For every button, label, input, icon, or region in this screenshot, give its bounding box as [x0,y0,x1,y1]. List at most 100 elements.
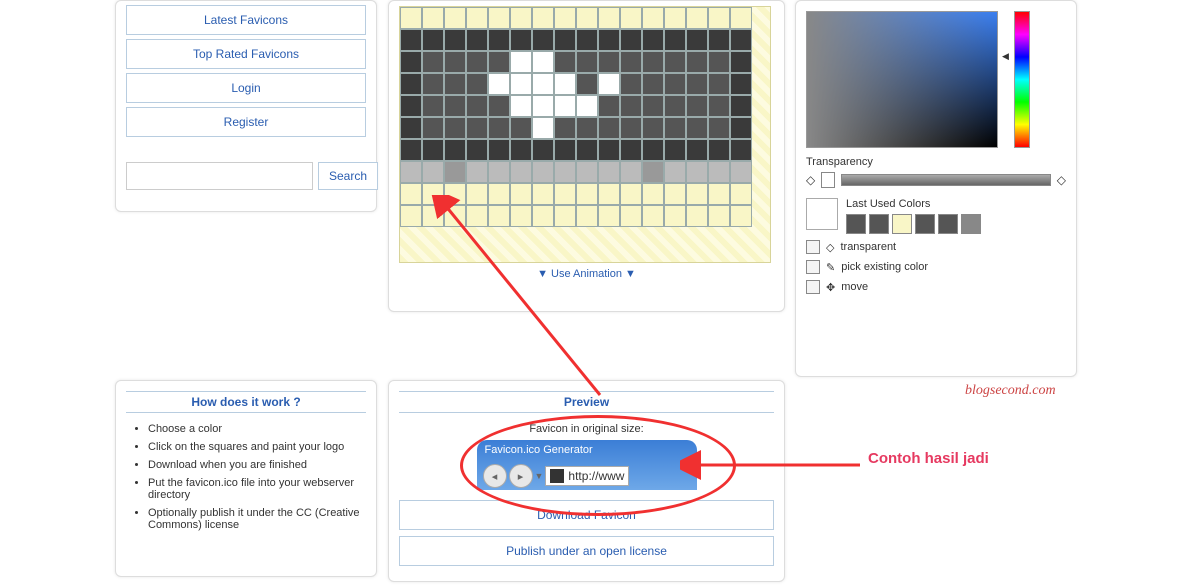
pixel-cell[interactable] [686,95,708,117]
pixel-cell[interactable] [708,183,730,205]
pixel-cell[interactable] [686,161,708,183]
pixel-cell[interactable] [730,139,752,161]
pixel-cell[interactable] [664,139,686,161]
pixel-cell[interactable] [708,117,730,139]
pixel-cell[interactable] [576,29,598,51]
pixel-cell[interactable] [488,183,510,205]
pixel-cell[interactable] [576,73,598,95]
use-animation-toggle[interactable]: ▼ Use Animation ▼ [389,268,784,280]
pixel-cell[interactable] [642,117,664,139]
pixel-cell[interactable] [620,183,642,205]
pixel-cell[interactable] [554,139,576,161]
pixel-cell[interactable] [664,95,686,117]
used-color-swatch[interactable] [938,214,958,234]
pixel-cell[interactable] [598,117,620,139]
pixel-cell[interactable] [642,7,664,29]
pixel-cell[interactable] [510,205,532,227]
pixel-cell[interactable] [554,205,576,227]
pixel-cell[interactable] [598,183,620,205]
pixel-cell[interactable] [730,51,752,73]
pixel-cell[interactable] [488,139,510,161]
pixel-cell[interactable] [642,29,664,51]
pixel-cell[interactable] [686,7,708,29]
pixel-cell[interactable] [488,161,510,183]
used-color-swatch[interactable] [961,214,981,234]
pixel-cell[interactable] [532,29,554,51]
nav-login[interactable]: Login [126,73,366,103]
used-color-swatch[interactable] [869,214,889,234]
pixel-cell[interactable] [532,73,554,95]
pixel-cell[interactable] [466,51,488,73]
pixel-cell[interactable] [510,139,532,161]
pixel-cell[interactable] [466,139,488,161]
pixel-cell[interactable] [444,51,466,73]
pixel-cell[interactable] [730,7,752,29]
pixel-cell[interactable] [664,29,686,51]
pixel-cell[interactable] [466,29,488,51]
pixel-cell[interactable] [400,117,422,139]
pixel-cell[interactable] [400,139,422,161]
pixel-cell[interactable] [708,95,730,117]
pixel-cell[interactable] [576,95,598,117]
pixel-cell[interactable] [422,95,444,117]
pixel-cell[interactable] [730,183,752,205]
pixel-cell[interactable] [532,117,554,139]
pick-checkbox[interactable] [806,260,820,274]
publish-license-button[interactable]: Publish under an open license [399,536,774,566]
pixel-cell[interactable] [444,29,466,51]
pixel-cell[interactable] [400,29,422,51]
pixel-cell[interactable] [466,73,488,95]
pixel-cell[interactable] [400,183,422,205]
pixel-cell[interactable] [532,95,554,117]
pixel-cell[interactable] [598,161,620,183]
pixel-cell[interactable] [444,117,466,139]
move-checkbox[interactable] [806,280,820,294]
nav-latest[interactable]: Latest Favicons [126,5,366,35]
pixel-cell[interactable] [664,51,686,73]
pixel-cell[interactable] [620,73,642,95]
pixel-cell[interactable] [664,117,686,139]
pixel-cell[interactable] [488,29,510,51]
pixel-cell[interactable] [576,117,598,139]
pixel-cell[interactable] [620,117,642,139]
pixel-cell[interactable] [554,161,576,183]
pixel-cell[interactable] [620,205,642,227]
pixel-cell[interactable] [642,139,664,161]
color-gradient[interactable] [806,11,998,148]
pixel-cell[interactable] [554,51,576,73]
pixel-cell[interactable] [730,29,752,51]
pixel-cell[interactable] [444,139,466,161]
pixel-cell[interactable] [664,7,686,29]
pixel-cell[interactable] [554,7,576,29]
pixel-cell[interactable] [532,205,554,227]
nav-toprated[interactable]: Top Rated Favicons [126,39,366,69]
pixel-cell[interactable] [554,117,576,139]
pixel-cell[interactable] [532,139,554,161]
pixel-cell[interactable] [400,95,422,117]
pixel-cell[interactable] [510,73,532,95]
pixel-cell[interactable] [466,161,488,183]
pixel-cell[interactable] [686,205,708,227]
pixel-cell[interactable] [532,161,554,183]
pixel-cell[interactable] [642,51,664,73]
pixel-cell[interactable] [466,205,488,227]
pixel-cell[interactable] [576,161,598,183]
used-color-swatch[interactable] [892,214,912,234]
search-input[interactable] [126,162,313,190]
pixel-cell[interactable] [708,205,730,227]
pixel-cell[interactable] [598,205,620,227]
pixel-cell[interactable] [444,95,466,117]
pixel-cell[interactable] [422,7,444,29]
pixel-cell[interactable] [642,95,664,117]
pixel-canvas[interactable] [399,6,771,263]
pixel-cell[interactable] [422,73,444,95]
pixel-cell[interactable] [730,73,752,95]
pixel-cell[interactable] [576,51,598,73]
pixel-cell[interactable] [664,73,686,95]
pixel-cell[interactable] [466,7,488,29]
pixel-cell[interactable] [620,139,642,161]
pixel-cell[interactable] [510,29,532,51]
pixel-cell[interactable] [708,29,730,51]
pixel-cell[interactable] [510,117,532,139]
pixel-cell[interactable] [708,73,730,95]
